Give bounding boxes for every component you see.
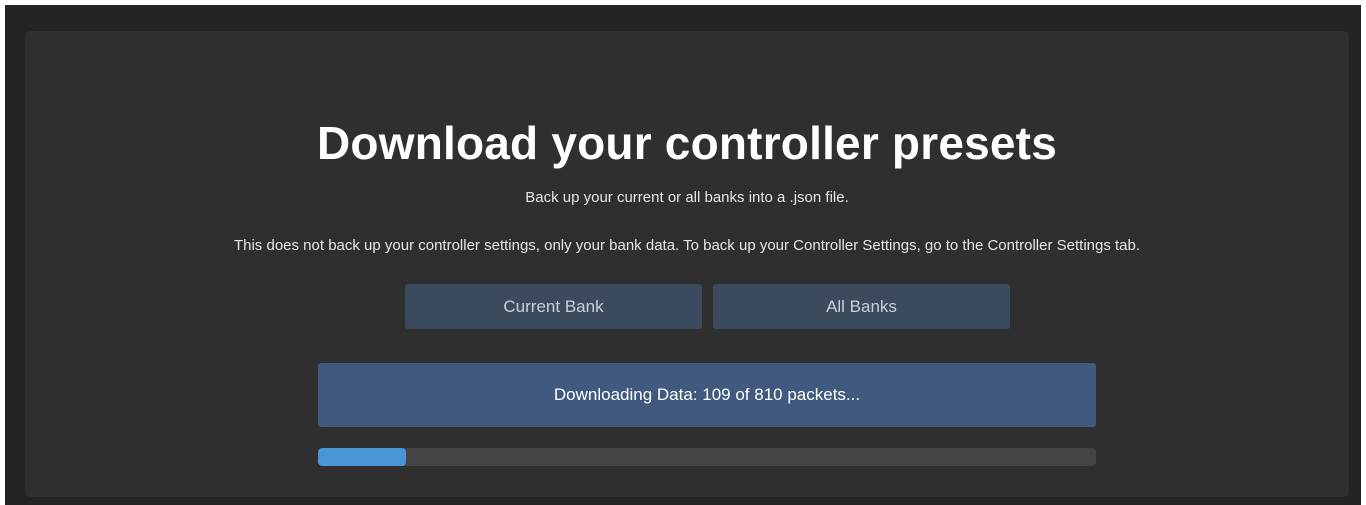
download-status-text: Downloading Data: 109 of 810 packets... bbox=[553, 385, 861, 404]
all-banks-button[interactable]: All Banks bbox=[713, 284, 1010, 329]
download-status-box: Downloading Data: 109 of 810 packets... bbox=[318, 363, 1096, 427]
app-frame: Download your controller presets Back up… bbox=[5, 5, 1361, 505]
download-progress-fill bbox=[318, 448, 406, 466]
download-panel: Download your controller presets Back up… bbox=[25, 31, 1349, 497]
current-bank-button[interactable]: Current Bank bbox=[405, 284, 702, 329]
backup-note: This does not back up your controller se… bbox=[233, 237, 1141, 254]
page-title: Download your controller presets bbox=[317, 117, 1057, 169]
page-subtitle: Back up your current or all banks into a… bbox=[525, 189, 849, 206]
download-progress-bar bbox=[318, 448, 1096, 466]
